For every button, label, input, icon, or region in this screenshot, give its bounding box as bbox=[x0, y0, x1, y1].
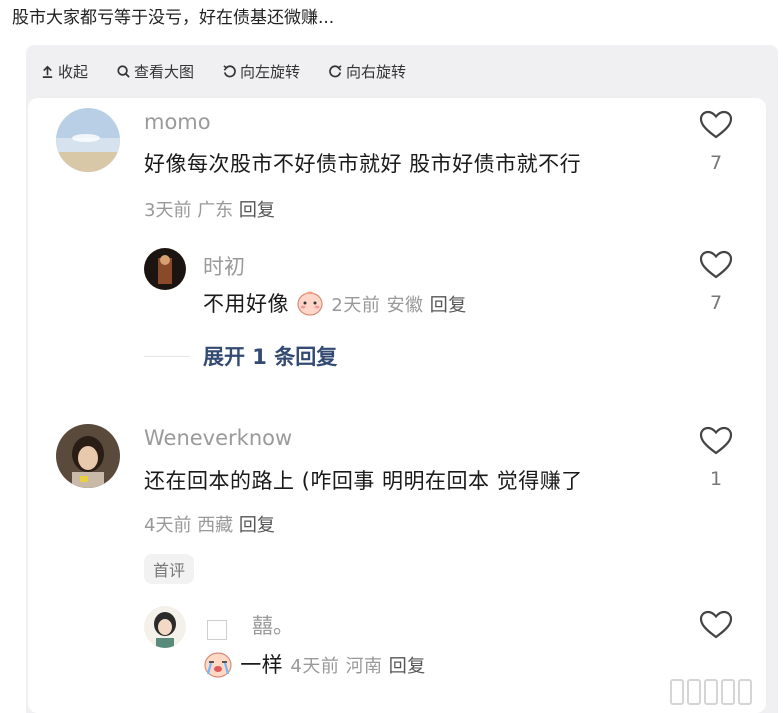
reply-text: 不用好像 bbox=[203, 292, 289, 316]
avatar[interactable] bbox=[144, 248, 186, 290]
comment-username[interactable]: momo bbox=[144, 110, 211, 134]
comment-username[interactable]: 囍。 bbox=[252, 610, 294, 640]
heart-icon[interactable] bbox=[699, 610, 733, 640]
like-count: 7 bbox=[709, 292, 723, 314]
first-comment-badge: 首评 bbox=[144, 554, 195, 584]
reply-button[interactable]: 回复 bbox=[239, 515, 275, 536]
heart-icon[interactable] bbox=[699, 110, 733, 140]
comment-time: 4天前 bbox=[144, 515, 192, 536]
comment-text: 还在回本的路上 (咋回事 明明在回本 觉得赚了 bbox=[144, 469, 583, 493]
view-full-image-button[interactable]: 查看大图 bbox=[116, 61, 194, 82]
comment-username[interactable]: Weneverknow bbox=[144, 426, 292, 450]
rotate-right-icon bbox=[329, 64, 342, 77]
like-count: 7 bbox=[709, 152, 723, 174]
reply-button[interactable]: 回复 bbox=[430, 295, 467, 316]
image-toolbar: 收起 查看大图 向左旋转 向右旋转 bbox=[26, 45, 778, 97]
reply-meta: 4天前 河南 回复 bbox=[290, 656, 425, 677]
comment-meta: 4天前 西藏 回复 bbox=[144, 511, 275, 537]
checkbox[interactable] bbox=[207, 620, 227, 640]
arrow-up-icon bbox=[42, 65, 53, 78]
comment-text: 一样 4天前 河南 回复 bbox=[203, 649, 426, 679]
reply-time: 2天前 bbox=[331, 295, 381, 316]
watermark bbox=[670, 679, 752, 705]
reply-button[interactable]: 回复 bbox=[239, 200, 275, 221]
rotate-right-label: 向右旋转 bbox=[346, 62, 407, 81]
comment-text: 好像每次股市不好债市就好 股市好债市就不行 bbox=[144, 152, 582, 176]
shy-face-emoji bbox=[297, 291, 323, 316]
view-full-label: 查看大图 bbox=[134, 62, 195, 81]
avatar[interactable] bbox=[144, 606, 186, 648]
avatar[interactable] bbox=[56, 108, 120, 172]
heart-icon[interactable] bbox=[699, 250, 733, 280]
reply-time: 4天前 bbox=[290, 656, 340, 677]
rotate-left-label: 向左旋转 bbox=[240, 62, 301, 81]
reply-meta: 2天前 安徽 回复 bbox=[331, 295, 466, 316]
expand-replies-button[interactable]: 展开 1 条回复 bbox=[203, 341, 337, 371]
comment-location: 广东 bbox=[197, 200, 234, 221]
post-title: 股市大家都亏等于没亏，好在债基还微赚... bbox=[12, 8, 335, 28]
comment-time: 3天前 bbox=[144, 200, 192, 221]
comment-screenshot: momo 好像每次股市不好债市就好 股市好债市就不行 3天前 广东 回复 7 时… bbox=[28, 98, 766, 713]
reply-button[interactable]: 回复 bbox=[389, 656, 426, 677]
comment-location: 西藏 bbox=[197, 515, 234, 536]
comment-text: 不用好像 2天前 安徽 回复 bbox=[203, 288, 467, 318]
rotate-left-button[interactable]: 向左旋转 bbox=[222, 61, 300, 82]
collapse-button[interactable]: 收起 bbox=[40, 61, 88, 82]
comment-username[interactable]: 时初 bbox=[203, 251, 245, 281]
divider bbox=[144, 356, 190, 357]
avatar[interactable] bbox=[56, 424, 120, 488]
like-count: 1 bbox=[709, 468, 723, 490]
rotate-right-button[interactable]: 向右旋转 bbox=[328, 61, 406, 82]
collapse-label: 收起 bbox=[58, 62, 89, 81]
heart-icon[interactable] bbox=[699, 426, 733, 456]
crying-face-emoji bbox=[204, 652, 232, 678]
reply-location: 安徽 bbox=[386, 295, 424, 316]
reply-text: 一样 bbox=[240, 653, 284, 677]
rotate-left-icon bbox=[223, 64, 236, 77]
comment-meta: 3天前 广东 回复 bbox=[144, 196, 275, 222]
magnifier-icon bbox=[117, 64, 130, 78]
reply-location: 河南 bbox=[345, 656, 383, 677]
